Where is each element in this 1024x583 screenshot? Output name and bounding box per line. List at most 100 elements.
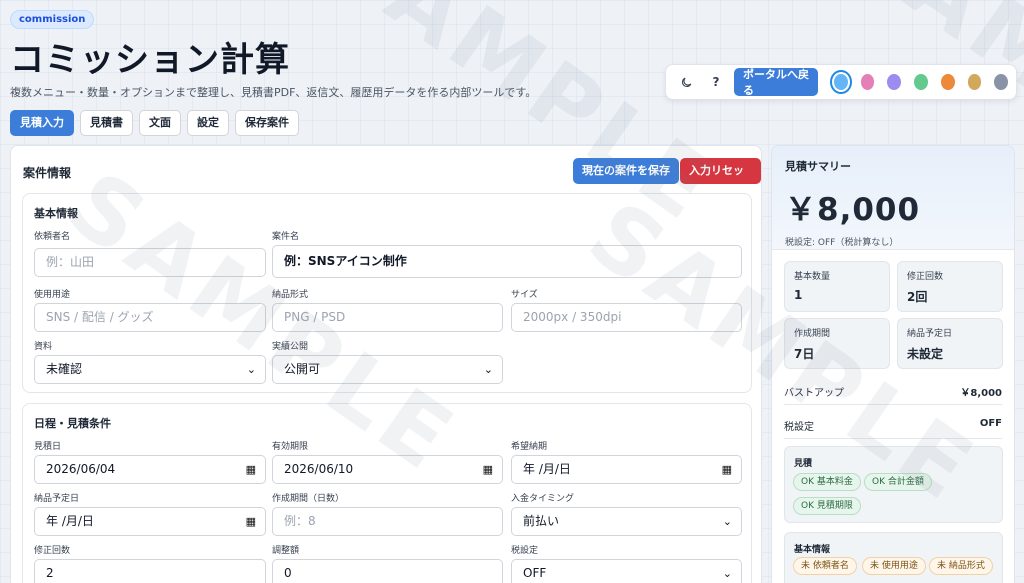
stat-label: 作成期間 (794, 329, 831, 339)
reset-input-button[interactable]: 入力リセット (680, 158, 761, 203)
tax-value: OFF (523, 566, 547, 580)
schedule-section: 日程・見積条件 見積日 2026/06/04 ▦ 有効期限 2026/06/10… (22, 403, 752, 583)
tab-quote-document[interactable]: 見積書 (80, 110, 133, 136)
material-value: 未確認 (46, 362, 83, 376)
publish-label: 実績公開 (272, 342, 309, 352)
section-title: 基本情報 (34, 207, 78, 220)
valid-until-value: 2026/06/10 (284, 462, 354, 476)
top-toolbar: ? ポータルへ戻る (665, 64, 1017, 100)
page-subtitle: 複数メニュー・数量・オプションまで整理し、見積書PDF、返信文、履歴用データを作… (10, 86, 537, 99)
status-chip: 未 使用用途 (862, 557, 926, 575)
divider (784, 438, 1002, 439)
adjust-input[interactable]: 0 (272, 559, 503, 583)
line-label: バストアップ (784, 388, 844, 399)
stat-value: 2回 (907, 290, 928, 304)
delivery-date-label: 納品予定日 (34, 494, 80, 504)
calendar-icon[interactable]: ▦ (483, 456, 493, 483)
status-chip: OK 合計金額 (864, 473, 932, 491)
status-chip: OK 基本料金 (793, 473, 861, 491)
case-name-input[interactable]: 例：SNSアイコン制作 (272, 245, 742, 278)
check-title: 基本情報 (794, 545, 831, 555)
theme-color-purple[interactable] (887, 74, 902, 90)
chevron-down-icon: ⌄ (722, 515, 732, 528)
theme-color-orange[interactable] (940, 74, 955, 90)
tab-saved-cases[interactable]: 保存案件 (235, 110, 299, 136)
check-quote-box: 見積 OK 基本料金 OK 合計金額 OK 見積期限 (784, 446, 1003, 523)
divider (784, 404, 1002, 405)
section-title: 日程・見積条件 (34, 417, 111, 430)
client-label: 依頼者名 (34, 232, 71, 242)
status-chip: 未 納品形式 (929, 557, 993, 575)
delivery-date-input[interactable]: 年 /月/日 ▦ (34, 507, 266, 536)
publish-select[interactable]: 公開可 ⌄ (272, 355, 503, 384)
theme-color-gold[interactable] (967, 74, 982, 90)
help-button[interactable]: ? (704, 69, 728, 95)
usage-input[interactable]: SNS / 配信 / グッズ (34, 303, 266, 332)
stat-label: 基本数量 (794, 272, 831, 282)
valid-until-input[interactable]: 2026/06/10 ▦ (272, 455, 503, 484)
calendar-icon[interactable]: ▦ (246, 456, 256, 483)
valid-until-label: 有効期限 (272, 442, 309, 452)
quote-summary-panel: 見積サマリー ￥8,000 税設定: OFF（税計算なし） 基本数量 1 修正回… (771, 145, 1015, 583)
summary-header: 見積サマリー ￥8,000 税設定: OFF（税計算なし） (772, 146, 1014, 250)
format-input[interactable]: PNG / PSD (272, 303, 503, 332)
format-label: 納品形式 (272, 290, 309, 300)
theme-color-pink[interactable] (860, 74, 875, 90)
stat-card: 基本数量 1 (784, 261, 890, 312)
moon-icon[interactable] (674, 69, 698, 95)
stat-card: 作成期間 7日 (784, 318, 890, 369)
publish-value: 公開可 (284, 362, 321, 376)
payment-select[interactable]: 前払い ⌄ (511, 507, 742, 536)
quote-date-input[interactable]: 2026/06/04 ▦ (34, 455, 266, 484)
status-chip: OK 見積期限 (793, 497, 861, 515)
stat-label: 修正回数 (907, 272, 944, 282)
size-input[interactable]: 2000px / 350dpi (511, 303, 742, 332)
case-name-label: 案件名 (272, 232, 300, 242)
tab-quote-input[interactable]: 見積入力 (10, 110, 74, 136)
line-label: 税設定 (784, 422, 814, 433)
calendar-icon[interactable]: ▦ (722, 456, 732, 483)
stat-label: 納品予定日 (907, 329, 953, 339)
material-select[interactable]: 未確認 ⌄ (34, 355, 266, 384)
client-input[interactable]: 例：山田 (34, 248, 266, 277)
delivery-date-value: 年 /月/日 (46, 514, 94, 528)
calendar-icon[interactable]: ▦ (246, 508, 256, 535)
save-case-button[interactable]: 現在の案件を保存 (573, 158, 679, 184)
adjust-label: 調整額 (272, 546, 300, 556)
portal-button[interactable]: ポータルへ戻る (734, 68, 818, 97)
tab-settings[interactable]: 設定 (187, 110, 229, 136)
tab-message[interactable]: 文面 (139, 110, 181, 136)
line-value: ￥8,000 (960, 388, 1002, 399)
summary-line-item: バストアップ ￥8,000 (784, 384, 1002, 399)
summary-total-price: ￥8,000 (785, 192, 921, 228)
theme-color-gray[interactable] (994, 74, 1009, 90)
revisions-input[interactable]: 2 (34, 559, 266, 583)
quote-date-label: 見積日 (34, 442, 62, 452)
case-info-panel: 案件情報 現在の案件を保存 入力リセット 基本情報 依頼者名 例：山田 案件名 … (10, 145, 762, 583)
check-basic-box: 基本情報 未 依頼者名 未 使用用途 未 納品形式 (784, 532, 1003, 583)
check-title: 見積 (794, 459, 813, 469)
material-label: 資料 (34, 342, 53, 352)
summary-tax-note: 税設定: OFF（税計算なし） (785, 238, 899, 248)
page-title: コミッション計算 (10, 40, 290, 80)
chevron-down-icon: ⌄ (483, 363, 493, 376)
tax-select[interactable]: OFF ⌄ (511, 559, 742, 583)
basic-info-section: 基本情報 依頼者名 例：山田 案件名 例：SNSアイコン制作 使用用途 SNS … (22, 193, 752, 393)
chevron-down-icon: ⌄ (246, 363, 256, 376)
period-input[interactable]: 例：8 (272, 507, 503, 536)
period-label: 作成期間（日数） (272, 494, 345, 504)
stat-card: 修正回数 2回 (897, 261, 1003, 312)
panel-title: 案件情報 (23, 166, 72, 180)
stat-value: 1 (794, 288, 803, 302)
summary-line-item: 税設定 OFF (784, 418, 1002, 433)
theme-color-blue[interactable] (830, 70, 852, 94)
payment-label: 入金タイミング (511, 494, 575, 504)
line-value: OFF (979, 418, 1002, 429)
desired-date-value: 年 /月/日 (523, 462, 571, 476)
theme-color-green[interactable] (914, 74, 928, 90)
stat-card: 納品予定日 未設定 (897, 318, 1003, 369)
chevron-down-icon: ⌄ (722, 567, 732, 580)
desired-date-label: 希望納期 (511, 442, 548, 452)
quote-date-value: 2026/06/04 (46, 462, 116, 476)
desired-date-input[interactable]: 年 /月/日 ▦ (511, 455, 742, 484)
